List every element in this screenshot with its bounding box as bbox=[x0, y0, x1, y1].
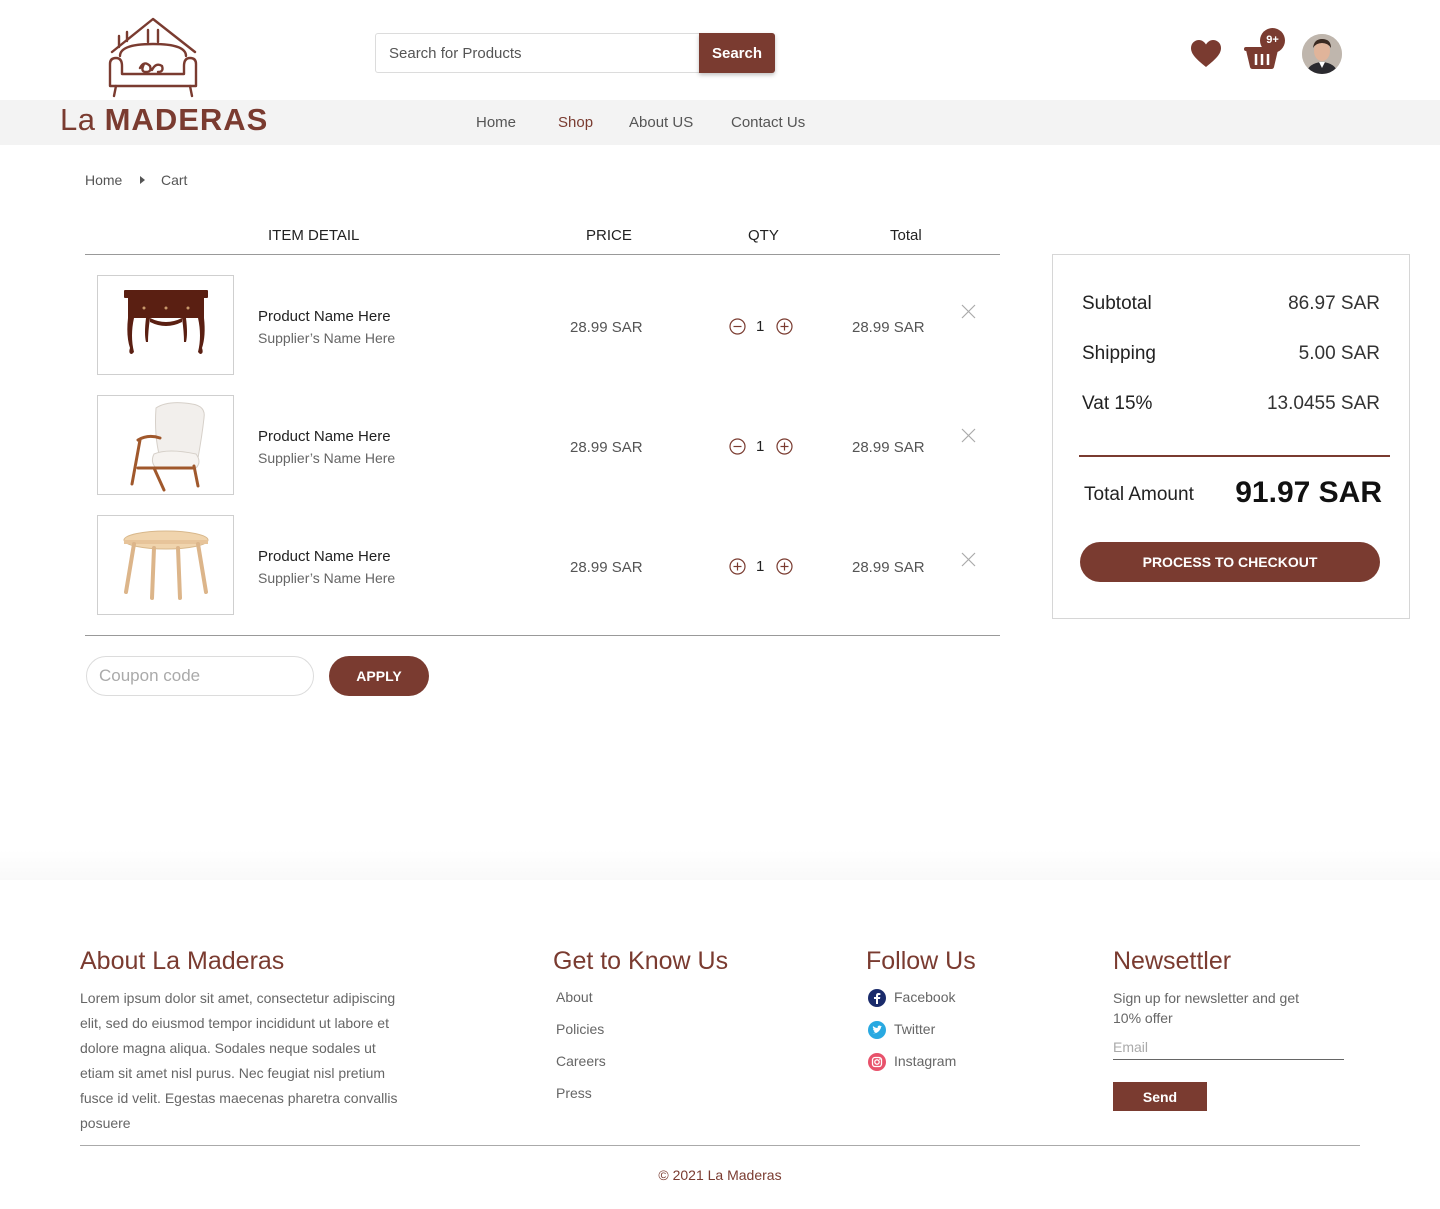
shipping-label: Shipping bbox=[1082, 343, 1156, 364]
nav-about[interactable]: About US bbox=[629, 114, 693, 131]
footer-link-twitter[interactable]: Twitter bbox=[894, 1021, 935, 1037]
product-price: 28.99 SAR bbox=[570, 319, 643, 336]
footer-divider bbox=[80, 1145, 1360, 1146]
product-price: 28.99 SAR bbox=[570, 559, 643, 576]
footer-link-facebook[interactable]: Facebook bbox=[894, 989, 955, 1005]
breadcrumb-home[interactable]: Home bbox=[85, 172, 122, 188]
supplier-name: Supplier’s Name Here bbox=[258, 330, 396, 346]
minus-circle-icon[interactable] bbox=[729, 318, 746, 335]
footer-know-title: Get to Know Us bbox=[553, 947, 729, 975]
newsletter-email-input[interactable] bbox=[1113, 1034, 1344, 1060]
search-button[interactable]: Search bbox=[699, 33, 775, 73]
footer-link-instagram[interactable]: Instagram bbox=[894, 1053, 956, 1069]
search-input[interactable] bbox=[376, 34, 701, 72]
total-amount-value: 91.97 SAR bbox=[1235, 476, 1382, 509]
header-total: Total bbox=[890, 227, 922, 244]
copyright-text: © 2021 La Maderas bbox=[658, 1167, 782, 1183]
table-divider bbox=[85, 254, 1000, 255]
plus-circle-icon[interactable] bbox=[776, 438, 793, 455]
coupon-input[interactable] bbox=[86, 656, 314, 696]
breadcrumb-cart: Cart bbox=[161, 172, 188, 188]
footer-about-title: About La Maderas bbox=[80, 947, 285, 975]
shipping-value: 5.00 SAR bbox=[1298, 343, 1380, 364]
product-image-round-table[interactable] bbox=[97, 515, 234, 615]
brand-logo[interactable]: La MADERAS bbox=[60, 14, 267, 137]
quantity-value: 1 bbox=[756, 558, 765, 575]
search-bar: Search bbox=[375, 33, 775, 73]
footer-about-text: Lorem ipsum dolor sit amet, consectetur … bbox=[80, 990, 398, 1131]
summary-divider bbox=[1079, 455, 1390, 457]
header-price: PRICE bbox=[586, 227, 632, 244]
product-name[interactable]: Product Name Here bbox=[258, 548, 391, 565]
quantity-value: 1 bbox=[756, 318, 765, 335]
product-name[interactable]: Product Name Here bbox=[258, 308, 391, 325]
nav-contact[interactable]: Contact Us bbox=[731, 114, 805, 131]
product-image-armchair[interactable] bbox=[97, 395, 234, 495]
sofa-house-logo-icon bbox=[108, 17, 198, 98]
close-icon[interactable] bbox=[960, 303, 977, 320]
header-qty: QTY bbox=[748, 227, 779, 244]
checkout-button[interactable]: PROCESS TO CHECKOUT bbox=[1080, 542, 1380, 582]
supplier-name: Supplier’s Name Here bbox=[258, 450, 396, 466]
close-icon[interactable] bbox=[960, 427, 977, 444]
subtotal-label: Subtotal bbox=[1082, 293, 1152, 314]
heart-icon[interactable] bbox=[1190, 38, 1222, 70]
footer-newsletter-title: Newsettler bbox=[1113, 947, 1232, 975]
brand-main: MADERAS bbox=[104, 102, 269, 137]
plus-circle-icon[interactable] bbox=[776, 318, 793, 335]
brand-wordmark: La MADERAS bbox=[60, 102, 268, 138]
brand-prefix: La bbox=[60, 102, 96, 137]
line-total: 28.99 SAR bbox=[852, 439, 925, 456]
instagram-icon[interactable] bbox=[868, 1053, 886, 1071]
user-avatar[interactable] bbox=[1302, 34, 1342, 74]
supplier-name: Supplier’s Name Here bbox=[258, 570, 396, 586]
line-total: 28.99 SAR bbox=[852, 559, 925, 576]
close-icon[interactable] bbox=[960, 551, 977, 568]
product-image-desk[interactable] bbox=[97, 275, 234, 375]
total-amount-label: Total Amount bbox=[1084, 484, 1194, 505]
armchair-icon bbox=[130, 402, 205, 492]
newsletter-send-button[interactable]: Send bbox=[1113, 1082, 1207, 1111]
footer-shade bbox=[0, 850, 1440, 880]
facebook-icon[interactable] bbox=[868, 989, 886, 1007]
footer-link-about[interactable]: About bbox=[556, 989, 593, 1005]
vat-value: 13.0455 SAR bbox=[1266, 393, 1380, 414]
cart-count-badge: 9+ bbox=[1260, 28, 1285, 53]
footer-follow-title: Follow Us bbox=[866, 947, 976, 975]
newsletter-text: Sign up for newsletter and get 10% offer bbox=[1113, 990, 1300, 1026]
nav-home[interactable]: Home bbox=[476, 114, 516, 131]
footer-link-careers[interactable]: Careers bbox=[556, 1053, 606, 1069]
product-price: 28.99 SAR bbox=[570, 439, 643, 456]
quantity-value: 1 bbox=[756, 438, 765, 455]
subtotal-value: 86.97 SAR bbox=[1288, 293, 1380, 314]
footer-link-press[interactable]: Press bbox=[556, 1085, 592, 1101]
line-total: 28.99 SAR bbox=[852, 319, 925, 336]
header-item-detail: ITEM DETAIL bbox=[268, 227, 360, 244]
product-name[interactable]: Product Name Here bbox=[258, 428, 391, 445]
minus-circle-icon[interactable] bbox=[729, 438, 746, 455]
vat-label: Vat 15% bbox=[1082, 393, 1153, 414]
twitter-icon[interactable] bbox=[868, 1021, 886, 1039]
plus-circle-icon[interactable] bbox=[776, 558, 793, 575]
table-bottom-divider bbox=[85, 635, 1000, 636]
plus-circle-icon[interactable] bbox=[729, 558, 746, 575]
nav-shop[interactable]: Shop bbox=[558, 114, 593, 131]
footer-link-policies[interactable]: Policies bbox=[556, 1021, 604, 1037]
user-photo-icon bbox=[1302, 34, 1342, 74]
apply-coupon-button[interactable]: APPLY bbox=[329, 656, 429, 696]
round-table-icon bbox=[123, 530, 209, 600]
desk-icon bbox=[124, 290, 208, 354]
breadcrumb-arrow-icon bbox=[140, 176, 145, 184]
